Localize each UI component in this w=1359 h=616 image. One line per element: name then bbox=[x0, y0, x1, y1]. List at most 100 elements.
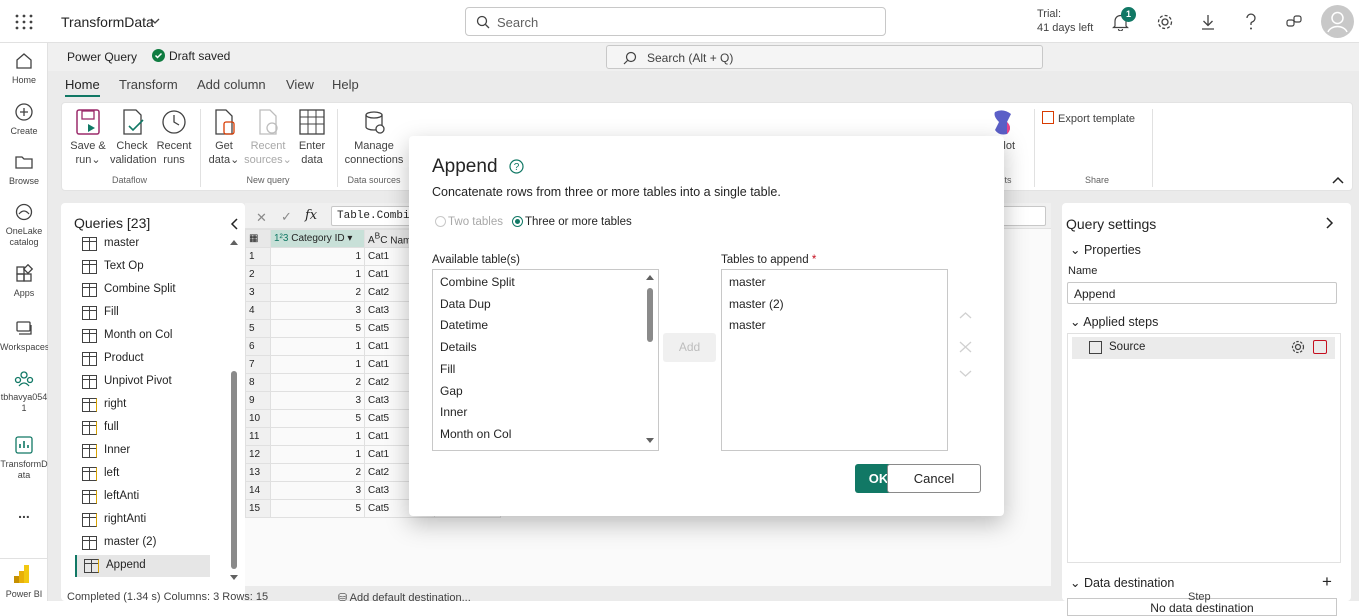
query-name-input[interactable]: Append bbox=[1067, 282, 1337, 304]
app-title[interactable]: TransformData bbox=[61, 14, 154, 30]
query-item[interactable]: Product bbox=[75, 348, 210, 370]
nav-item-home[interactable]: Home bbox=[0, 51, 48, 86]
help-icon[interactable] bbox=[1244, 13, 1258, 31]
applied-steps-section[interactable]: ⌄ Applied steps bbox=[1070, 314, 1158, 329]
collapse-ribbon-icon[interactable] bbox=[1332, 175, 1344, 185]
table-cell[interactable]: 1 bbox=[270, 265, 365, 284]
get-data-button[interactable]: Get data⌄ bbox=[206, 108, 242, 167]
cancel-formula-icon[interactable]: ✕ bbox=[256, 210, 267, 226]
available-table-item[interactable]: Combine Split bbox=[440, 275, 515, 289]
export-template-button[interactable]: Export template bbox=[1042, 111, 1152, 126]
available-table-item[interactable]: Month on Col bbox=[440, 427, 511, 441]
query-item[interactable]: Combine Split bbox=[75, 279, 210, 301]
app-launcher-icon[interactable] bbox=[14, 13, 34, 31]
fx-icon[interactable]: fx bbox=[305, 208, 317, 223]
query-item[interactable]: master (2) bbox=[75, 532, 210, 554]
tables-to-append-list[interactable]: master master (2) master bbox=[721, 269, 948, 451]
add-default-destination-link[interactable]: ⛁ Add default destination... bbox=[338, 591, 471, 604]
help-icon[interactable]: ? bbox=[509, 159, 524, 174]
table-cell[interactable]: 3 bbox=[270, 481, 365, 500]
available-tables-list[interactable]: Combine Split Data Dup Datetime Details Fill… bbox=[432, 269, 659, 451]
radio-two-tables[interactable]: Two tables bbox=[435, 216, 503, 228]
nav-item-workspaces[interactable]: Workspaces bbox=[0, 318, 49, 353]
table-cell[interactable]: 5 bbox=[270, 319, 365, 338]
query-item[interactable]: Inner bbox=[75, 440, 210, 462]
nav-item-apps[interactable]: Apps bbox=[0, 264, 48, 299]
radio-three-or-more[interactable]: Three or more tables bbox=[512, 216, 632, 228]
move-down-icon[interactable] bbox=[959, 370, 972, 378]
table-cell[interactable]: 5 bbox=[270, 409, 365, 428]
recent-runs-button[interactable]: Recent runs bbox=[154, 108, 194, 167]
table-cell[interactable]: 2 bbox=[270, 373, 365, 392]
tab-transform[interactable]: Transform bbox=[119, 77, 178, 92]
column-header[interactable]: 1²3 Category ID ▾ bbox=[270, 229, 365, 248]
move-up-icon[interactable] bbox=[959, 311, 972, 319]
query-item[interactable]: Append bbox=[75, 555, 210, 577]
append-table-item[interactable]: master bbox=[729, 318, 766, 332]
step-view-button[interactable]: Step bbox=[1188, 591, 1211, 603]
query-item[interactable]: Fill bbox=[75, 302, 210, 324]
commit-formula-icon[interactable]: ✓ bbox=[281, 209, 292, 225]
chevron-down-icon[interactable] bbox=[150, 17, 160, 25]
query-item[interactable]: leftAnti bbox=[75, 486, 210, 508]
scroll-down-icon[interactable] bbox=[646, 438, 654, 444]
query-item[interactable]: full bbox=[75, 417, 210, 439]
table-cell[interactable]: 1 bbox=[270, 427, 365, 446]
available-table-item[interactable]: Details bbox=[440, 340, 477, 354]
table-cell[interactable]: 2 bbox=[270, 283, 365, 302]
save-run-button[interactable]: Save & run⌄ bbox=[66, 108, 110, 167]
tab-help[interactable]: Help bbox=[332, 77, 359, 92]
nav-item-browse[interactable]: Browse bbox=[0, 152, 48, 187]
table-cell[interactable]: 5 bbox=[270, 499, 365, 518]
nav-item-transformdata[interactable]: TransformD ata bbox=[0, 435, 48, 481]
query-item[interactable]: master bbox=[75, 233, 210, 255]
share-feedback-icon[interactable] bbox=[1285, 13, 1303, 31]
table-cell[interactable]: 1 bbox=[270, 247, 365, 266]
add-button[interactable]: Add bbox=[663, 333, 716, 362]
scroll-up-icon[interactable] bbox=[646, 274, 654, 280]
tab-view[interactable]: View bbox=[286, 77, 314, 92]
enter-data-button[interactable]: Enter data bbox=[294, 108, 330, 167]
avatar[interactable] bbox=[1321, 5, 1354, 38]
check-validation-button[interactable]: Check validation bbox=[110, 108, 156, 167]
table-cell[interactable]: 1 bbox=[270, 355, 365, 374]
available-table-item[interactable]: Datetime bbox=[440, 318, 488, 332]
scroll-up-icon[interactable] bbox=[230, 239, 238, 249]
table-selector-icon[interactable]: ▦ bbox=[245, 229, 271, 248]
append-table-item[interactable]: master (2) bbox=[729, 297, 784, 311]
tab-home[interactable]: Home bbox=[65, 77, 100, 97]
manage-connections-button[interactable]: Manage connections bbox=[342, 108, 406, 167]
step-item-source[interactable]: Source bbox=[1072, 337, 1335, 359]
nav-item-powerbi[interactable]: Power BI bbox=[0, 558, 48, 600]
nav-item-create[interactable]: Create bbox=[0, 102, 48, 137]
table-cell[interactable]: 1 bbox=[270, 445, 365, 464]
recent-sources-button[interactable]: Recent sources⌄ bbox=[244, 108, 292, 167]
query-item[interactable]: Text Op bbox=[75, 256, 210, 278]
query-item[interactable]: Unpivot Pivot bbox=[75, 371, 210, 393]
gear-icon[interactable] bbox=[1291, 340, 1305, 354]
more-icon[interactable]: ... bbox=[0, 506, 48, 520]
global-search-input[interactable]: Search bbox=[465, 7, 886, 36]
tab-add-column[interactable]: Add column bbox=[197, 77, 266, 92]
properties-section[interactable]: ⌄ Properties bbox=[1070, 242, 1141, 257]
table-cell[interactable]: 3 bbox=[270, 301, 365, 320]
scroll-down-icon[interactable] bbox=[230, 575, 238, 583]
nav-item-workspace-user[interactable]: tbhavya054 1 bbox=[0, 368, 48, 414]
cancel-button[interactable]: Cancel bbox=[887, 464, 981, 493]
delete-step-icon[interactable] bbox=[1313, 340, 1327, 354]
available-table-item[interactable]: Gap bbox=[440, 384, 463, 398]
table-cell[interactable]: 3 bbox=[270, 391, 365, 410]
query-item[interactable]: left bbox=[75, 463, 210, 485]
collapse-settings-icon[interactable] bbox=[1325, 217, 1335, 229]
query-item[interactable]: Month on Col bbox=[75, 325, 210, 347]
table-cell[interactable]: 1 bbox=[270, 337, 365, 356]
available-table-item[interactable]: Inner bbox=[440, 405, 467, 419]
download-icon[interactable] bbox=[1200, 13, 1216, 31]
collapse-pane-icon[interactable] bbox=[229, 218, 239, 230]
table-cell[interactable]: 2 bbox=[270, 463, 365, 482]
append-table-item[interactable]: master bbox=[729, 275, 766, 289]
remove-icon[interactable] bbox=[959, 341, 972, 353]
query-item[interactable]: rightAnti bbox=[75, 509, 210, 531]
queries-scrollbar-thumb[interactable] bbox=[231, 371, 237, 569]
available-table-item[interactable]: Fill bbox=[440, 362, 455, 376]
